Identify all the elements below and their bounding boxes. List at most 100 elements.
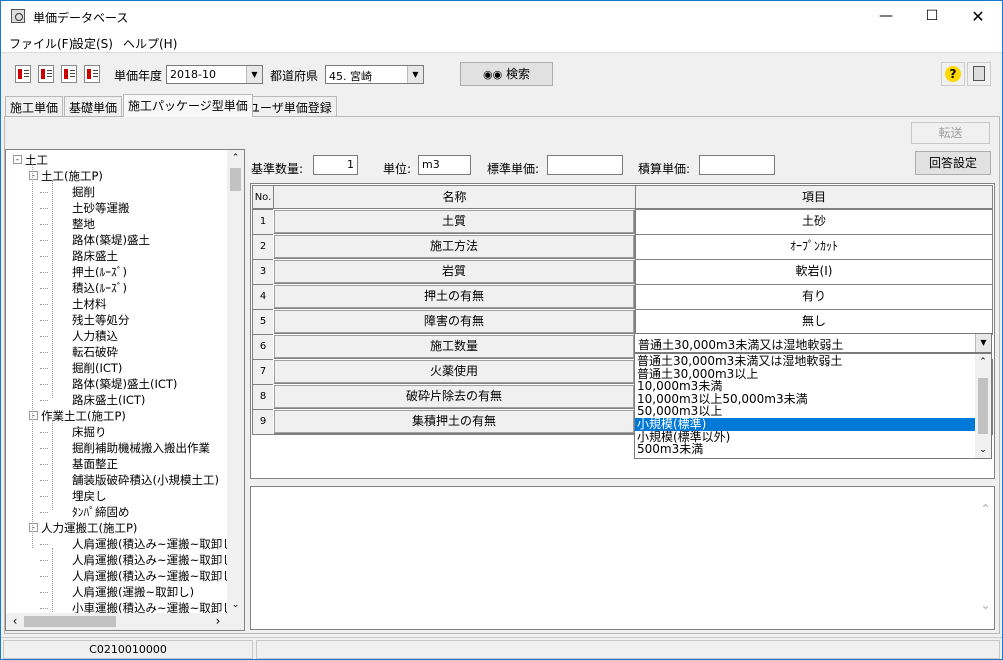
- prefecture-select[interactable]: 45. 宮崎 ▼: [325, 65, 424, 84]
- dropdown-option[interactable]: 10,000m3未満: [635, 380, 975, 393]
- chevron-left-icon[interactable]: ‹: [8, 613, 22, 630]
- chevron-down-icon[interactable]: ⌄: [227, 597, 244, 614]
- chevron-down-icon[interactable]: ⌄: [977, 597, 994, 614]
- toolbar-doc-icon-4[interactable]: [84, 65, 100, 83]
- tree-expand-toggle[interactable]: -: [13, 155, 22, 164]
- chevron-down-icon[interactable]: ▼: [246, 66, 262, 83]
- memo-area[interactable]: ⌃ ⌄: [250, 486, 995, 630]
- tree-node[interactable]: 作業土工(施工P): [41, 408, 126, 424]
- answer-settings-button[interactable]: 回答設定: [915, 151, 991, 175]
- grid-row-name[interactable]: 施工数量: [273, 334, 636, 360]
- tree-leaf[interactable]: 土砂等運搬: [72, 200, 130, 216]
- dropdown-scroll-thumb[interactable]: [978, 378, 988, 434]
- tree-leaf[interactable]: 整地: [72, 216, 95, 232]
- tab-construction-price[interactable]: 施工単価: [5, 96, 64, 116]
- tree-leaf[interactable]: 掘削(ICT): [72, 360, 122, 376]
- menu-settings[interactable]: 設定(S): [72, 35, 113, 52]
- tree-node[interactable]: 土工: [25, 152, 48, 168]
- chevron-right-icon[interactable]: ›: [211, 613, 225, 630]
- tree-leaf[interactable]: 基面整正: [72, 456, 118, 472]
- unit-input[interactable]: m3: [418, 155, 471, 175]
- toolbar-doc-icon-1[interactable]: [15, 65, 31, 83]
- tree-expand-toggle[interactable]: -: [29, 411, 38, 420]
- grid-row-name[interactable]: 破砕片除去の有無: [273, 384, 636, 410]
- status-pane-2: [256, 640, 1000, 659]
- tree-leaf[interactable]: 埋戻し: [72, 488, 107, 504]
- chevron-up-icon[interactable]: ⌃: [227, 150, 244, 167]
- grid-row-name[interactable]: 火薬使用: [273, 359, 636, 385]
- tree-leaf[interactable]: 土材料: [72, 296, 107, 312]
- dropdown-option[interactable]: 小規模(標準): [635, 418, 975, 431]
- grid-row-name[interactable]: 障害の有無: [273, 309, 636, 335]
- tree-leaf[interactable]: 掘削補助機械搬入搬出作業: [72, 440, 210, 456]
- grid-row-name[interactable]: 集積押土の有無: [273, 409, 636, 435]
- chevron-up-icon[interactable]: ⌃: [977, 501, 994, 518]
- toolbar-doc-icon-3[interactable]: [61, 65, 77, 83]
- status-bar: C0210010000: [1, 637, 1002, 659]
- tree-leaf[interactable]: 積込(ﾙｰｽﾞ): [72, 280, 127, 296]
- tree-leaf[interactable]: 路体(築堤)盛土(ICT): [72, 376, 177, 392]
- chevron-down-icon[interactable]: ▼: [975, 334, 991, 352]
- tree-leaf[interactable]: 人肩運搬(積込み~運搬~取卸し: [72, 552, 234, 568]
- chevron-up-icon[interactable]: ⌃: [975, 354, 991, 370]
- tree-leaf[interactable]: 人肩運搬(積込み~運搬~取卸し: [72, 536, 234, 552]
- dropdown-option[interactable]: 500m3未満: [635, 443, 975, 456]
- tree-leaf[interactable]: 人肩運搬(積込み~運搬~取卸し: [72, 568, 234, 584]
- tree-horizontal-scrollbar[interactable]: ‹ ›: [6, 613, 244, 630]
- search-button[interactable]: ◉◉ 検索: [460, 62, 553, 86]
- help-icon[interactable]: ?: [941, 62, 965, 86]
- tree-node[interactable]: 人力運搬工(施工P): [41, 520, 137, 536]
- std-price-input[interactable]: [547, 155, 623, 175]
- tree-expand-toggle[interactable]: -: [29, 171, 38, 180]
- tree-leaf[interactable]: 路体(築堤)盛土: [72, 232, 150, 248]
- quantity-select[interactable]: 普通土30,000m3未満又は湿地軟弱土 ▼: [634, 333, 992, 353]
- chevron-down-icon[interactable]: ⌄: [975, 442, 991, 458]
- grid-row-name[interactable]: 岩質: [273, 259, 636, 285]
- tree-leaf[interactable]: 路床盛土(ICT): [72, 392, 145, 408]
- tab-basic-price[interactable]: 基礎単価: [64, 96, 123, 116]
- minimize-button[interactable]: —: [863, 1, 909, 32]
- base-qty-input[interactable]: 1: [313, 155, 358, 175]
- tree-leaf[interactable]: 舗装版破砕積込(小規模土工): [72, 472, 219, 488]
- maximize-button[interactable]: ☐: [909, 1, 955, 32]
- tree-leaf[interactable]: 押土(ﾙｰｽﾞ): [72, 264, 127, 280]
- transfer-button[interactable]: 転送: [911, 122, 990, 144]
- grid-row-value[interactable]: 軟岩(I): [635, 259, 993, 285]
- memo-scrollbar[interactable]: ⌃ ⌄: [977, 487, 994, 629]
- grid-row-no: 3: [252, 259, 274, 285]
- grid-row-value[interactable]: 土砂: [635, 209, 993, 235]
- grid-row-name[interactable]: 土質: [273, 209, 636, 235]
- tree-leaf[interactable]: 掘削: [72, 184, 95, 200]
- grid-row-value[interactable]: 無し: [635, 309, 993, 335]
- tree-vertical-scrollbar[interactable]: ⌃ ⌄: [227, 150, 244, 614]
- chevron-down-icon[interactable]: ▼: [407, 66, 423, 83]
- category-tree[interactable]: - 土工 - 土工(施工P) 掘削 土砂等運搬 整地 路体(築堤)盛土 路床盛土 押土(ﾙｰｽﾞ)…: [5, 149, 245, 631]
- grid-row-value[interactable]: 有り: [635, 284, 993, 310]
- info-book-icon[interactable]: [967, 62, 991, 86]
- tab-package-price[interactable]: 施工パッケージ型単価: [123, 94, 253, 117]
- tree-leaf[interactable]: 床掘り: [72, 424, 107, 440]
- toolbar-doc-icon-2[interactable]: [38, 65, 54, 83]
- tree-leaf[interactable]: 転石破砕: [72, 344, 118, 360]
- est-price-input[interactable]: [699, 155, 775, 175]
- grid-row-no: 1: [252, 209, 274, 235]
- tree-expand-toggle[interactable]: -: [29, 523, 38, 532]
- grid-row-value[interactable]: ｵｰﾌﾟﾝｶｯﾄ: [635, 234, 993, 260]
- menu-file[interactable]: ファイル(F): [9, 35, 73, 52]
- tree-leaf[interactable]: 残土等処分: [72, 312, 130, 328]
- tree-node[interactable]: 土工(施工P): [41, 168, 103, 184]
- menu-help[interactable]: ヘルプ(H): [123, 35, 177, 52]
- year-select[interactable]: 2018-10 ▼: [166, 65, 263, 84]
- close-button[interactable]: ✕: [955, 1, 1001, 32]
- tree-leaf[interactable]: 人力積込: [72, 328, 118, 344]
- tree-leaf[interactable]: ﾀﾝﾊﾟ締固め: [72, 504, 130, 520]
- tree-hscroll-thumb[interactable]: [24, 616, 116, 627]
- tab-user-price[interactable]: ユーザ単価登録: [243, 96, 337, 116]
- tree-leaf[interactable]: 路床盛土: [72, 248, 118, 264]
- grid-row-name[interactable]: 押土の有無: [273, 284, 636, 310]
- grid-row-name[interactable]: 施工方法: [273, 234, 636, 260]
- dropdown-scrollbar[interactable]: ⌃ ⌄: [975, 354, 991, 458]
- tree-scroll-thumb[interactable]: [230, 168, 241, 191]
- dropdown-option[interactable]: 普通土30,000m3未満又は湿地軟弱土: [635, 355, 975, 368]
- tree-leaf[interactable]: 人肩運搬(運搬~取卸し): [72, 584, 194, 600]
